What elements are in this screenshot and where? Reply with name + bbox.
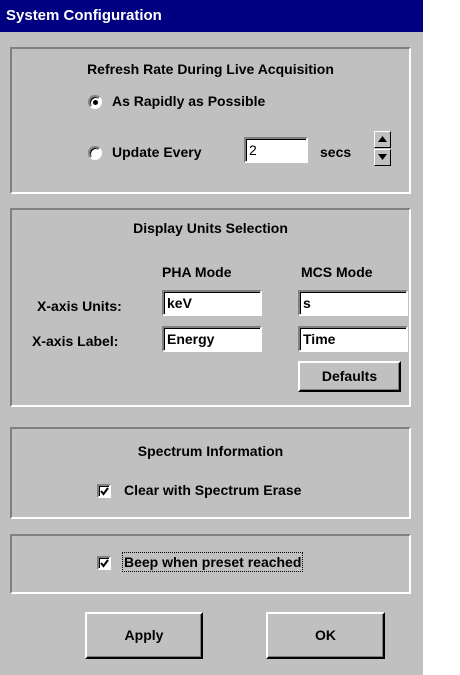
beep-checkbox[interactable] [97,556,111,570]
mcs-units-field[interactable]: s [298,290,408,316]
refresh-rate-group: Refresh Rate During Live Acquisition As … [10,47,411,194]
secs-label: secs [320,144,352,160]
x-axis-units-label: X-axis Units: [37,298,122,314]
title-bar[interactable]: System Configuration [0,0,423,32]
mcs-label-field[interactable]: Time [298,326,408,352]
ok-button[interactable]: OK [266,612,385,659]
spin-up-button[interactable] [374,131,391,148]
radio-rapid[interactable] [88,95,102,109]
pha-label-field[interactable]: Energy [162,326,262,352]
pha-mode-header: PHA Mode [162,264,232,280]
spectrum-info-group: Spectrum Information Clear with Spectrum… [10,427,411,519]
display-units-title: Display Units Selection [133,220,288,236]
spectrum-info-title: Spectrum Information [137,443,284,459]
beep-group: Beep when preset reached [10,534,411,594]
clear-spectrum-checkbox[interactable] [97,484,111,498]
radio-update-label[interactable]: Update Every [112,144,201,160]
checkmark-icon [100,487,109,496]
beep-label[interactable]: Beep when preset reached [121,552,304,572]
refresh-rate-title: Refresh Rate During Live Acquisition [87,61,334,77]
radio-update-every[interactable] [88,146,102,160]
apply-button[interactable]: Apply [85,612,203,659]
defaults-button[interactable]: Defaults [298,361,401,392]
pha-units-field[interactable]: keV [162,290,262,316]
checkmark-icon [100,559,109,568]
arrow-down-icon [378,154,387,160]
arrow-up-icon [378,136,387,142]
system-configuration-dialog: System Configuration Refresh Rate During… [0,0,423,675]
radio-rapid-label[interactable]: As Rapidly as Possible [112,93,265,109]
clear-spectrum-label[interactable]: Clear with Spectrum Erase [124,482,301,498]
display-units-group: Display Units Selection PHA Mode MCS Mod… [10,208,411,407]
mcs-mode-header: MCS Mode [301,264,373,280]
update-seconds-field[interactable]: 2 [244,137,308,163]
radio-selected-dot [93,100,98,105]
x-axis-label-label: X-axis Label: [32,333,119,349]
spin-down-button[interactable] [374,149,391,166]
